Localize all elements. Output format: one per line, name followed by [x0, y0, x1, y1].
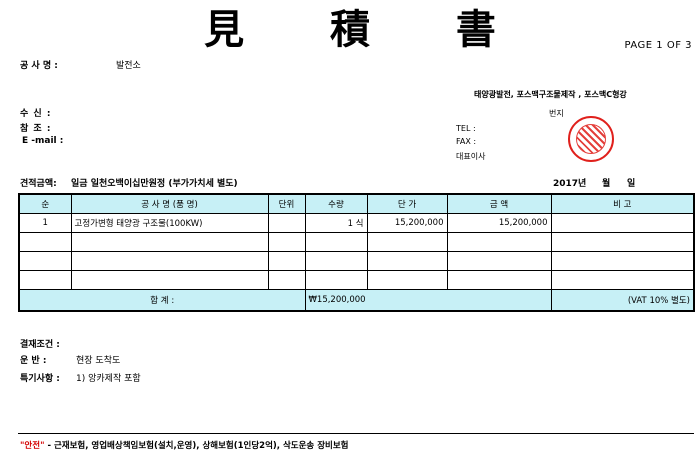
header-item-name: 공 사 명 (품 명)	[70, 193, 269, 214]
project-label: 공 사 명 :	[20, 61, 58, 71]
cell-no	[18, 251, 72, 271]
vat-note: (VAT 10% 별도)	[550, 289, 695, 312]
header-no: 순	[18, 193, 72, 214]
cell-quantity	[304, 270, 368, 290]
supplier-fax-label: FAX :	[456, 137, 477, 146]
cell-amount: 15,200,000	[446, 213, 552, 233]
project-name: 발전소	[116, 61, 141, 71]
cell-unit-price: 15,200,000	[366, 213, 448, 233]
table-header-row: 순 공 사 명 (품 명) 단위 수량 단 가 금 액 비 고	[18, 193, 695, 214]
safety-notice: "안전" - 근재보험, 영업배상책임보험(설치,운영), 상해보험(1인당2억…	[20, 439, 349, 451]
cell-unit	[267, 213, 306, 233]
cell-no	[18, 270, 72, 290]
cell-amount	[446, 270, 552, 290]
supplier-ceo-label: 대표이사	[456, 152, 486, 161]
cell-item-name: 고정가변형 태양광 구조물(100KW)	[70, 213, 269, 233]
amount-label: 견적금액:	[20, 179, 57, 189]
header-amount: 금 액	[446, 193, 552, 214]
table-total-row: 합 계 : ₩15,200,000 (VAT 10% 별도)	[18, 289, 695, 312]
delivery-label: 운 반 :	[20, 356, 47, 366]
cell-note	[550, 270, 695, 290]
cell-item-name	[70, 232, 269, 252]
cell-note	[550, 213, 695, 233]
header-unit: 단위	[267, 193, 306, 214]
date-month: 월	[602, 179, 611, 189]
estimate-table: 순 공 사 명 (품 명) 단위 수량 단 가 금 액 비 고 1 고정가변형 …	[18, 193, 695, 312]
recipient-to-label: 수 신 :	[20, 109, 52, 119]
cell-unit-price	[366, 270, 448, 290]
payment-terms-label: 결재조건 :	[20, 340, 60, 350]
recipient-email-label: E -mail :	[22, 136, 64, 146]
cell-quantity: 1 식	[304, 213, 368, 233]
safety-notice-highlight: "안전"	[20, 441, 45, 451]
company-seal-icon	[568, 116, 614, 162]
table-row: 1 고정가변형 태양광 구조물(100KW) 1 식 15,200,000 15…	[18, 213, 695, 233]
cell-item-name	[70, 270, 269, 290]
supplier-tel-label: TEL :	[456, 124, 476, 133]
cell-unit	[267, 270, 306, 290]
cell-unit	[267, 251, 306, 271]
cell-no: 1	[18, 213, 72, 233]
special-notes-value: 1) 앙카제작 포함	[76, 374, 141, 384]
cell-unit-price	[366, 232, 448, 252]
cell-item-name	[70, 251, 269, 271]
date-day: 일	[627, 179, 636, 189]
total-value: ₩15,200,000	[304, 289, 552, 312]
supplier-company-line: 태양광발전, 포스맥구조물제작 , 포스맥C형강	[474, 90, 627, 99]
cell-unit-price	[366, 251, 448, 271]
table-row	[18, 270, 695, 290]
cell-amount	[446, 251, 552, 271]
recipient-ref-label: 참 조 :	[20, 124, 52, 134]
supplier-address-suffix: 번지	[549, 109, 564, 118]
cell-note	[550, 232, 695, 252]
cell-quantity	[304, 232, 368, 252]
special-notes-label: 특기사항 :	[20, 374, 60, 384]
cell-note	[550, 251, 695, 271]
cell-no	[18, 232, 72, 252]
date-year: 2017년	[553, 179, 587, 189]
table-row	[18, 251, 695, 271]
total-label: 합 계 :	[18, 289, 306, 312]
amount-text: 일금 일천오백이십만원정 (부가가치세 별도)	[71, 179, 238, 189]
safety-notice-text: - 근재보험, 영업배상책임보험(설치,운영), 상해보험(1인당2억), 삭도…	[44, 441, 349, 451]
document-title: 見 積 書	[204, 6, 532, 53]
cell-unit	[267, 232, 306, 252]
header-note: 비 고	[550, 193, 695, 214]
cell-quantity	[304, 251, 368, 271]
header-quantity: 수량	[304, 193, 368, 214]
bottom-divider	[18, 433, 694, 434]
cell-amount	[446, 232, 552, 252]
header-unit-price: 단 가	[366, 193, 448, 214]
delivery-value: 현장 도착도	[76, 356, 121, 366]
table-row	[18, 232, 695, 252]
page-indicator: PAGE 1 OF 3	[624, 40, 692, 51]
